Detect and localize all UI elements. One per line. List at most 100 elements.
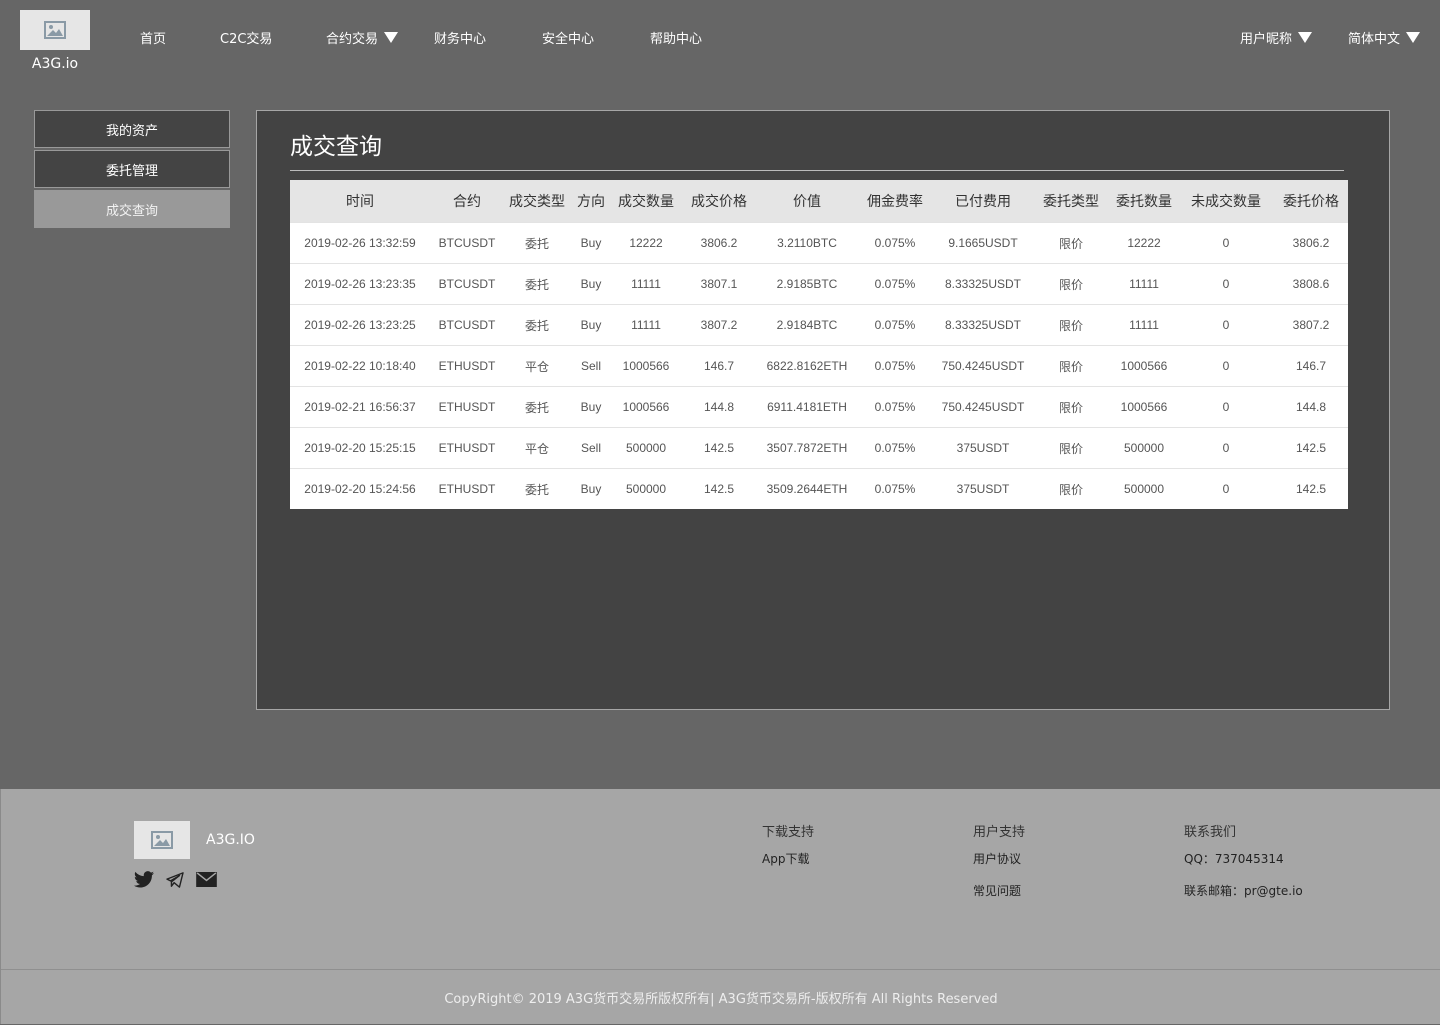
table-cell: 11111 bbox=[1110, 263, 1178, 305]
nav-help[interactable]: 帮助中心 bbox=[650, 31, 702, 49]
sidebar-item-trades[interactable]: 成交查询 bbox=[34, 190, 230, 228]
footer-link-user-agreement[interactable]: 用户协议 bbox=[973, 850, 1025, 867]
table-cell: 11111 bbox=[612, 263, 680, 305]
user-nickname: 用户昵称 bbox=[1240, 32, 1293, 47]
table-cell: 750.4245USDT bbox=[934, 345, 1032, 387]
table-cell: 3807.2 bbox=[1274, 304, 1348, 346]
table-cell: 142.5 bbox=[1274, 468, 1348, 509]
nav-home[interactable]: 首页 bbox=[140, 31, 166, 49]
table-cell: 限价 bbox=[1032, 304, 1110, 346]
user-menu[interactable]: 用户昵称 bbox=[1240, 31, 1313, 49]
table-cell: 375USDT bbox=[934, 468, 1032, 509]
table-cell: 限价 bbox=[1032, 345, 1110, 387]
column-header: 价值 bbox=[758, 180, 856, 223]
table-cell: 0.075% bbox=[856, 468, 934, 509]
column-header: 方向 bbox=[570, 180, 612, 223]
sidebar-item-orders[interactable]: 委托管理 bbox=[34, 150, 230, 188]
twitter-icon[interactable] bbox=[134, 871, 154, 888]
footer-contact-qq: QQ：737045314 bbox=[1184, 852, 1284, 866]
table-cell: 144.8 bbox=[680, 386, 758, 428]
footer-link-faq[interactable]: 常见问题 bbox=[973, 882, 1025, 899]
table-cell: 3806.2 bbox=[680, 222, 758, 264]
table-row: 2019-02-20 15:24:56 ETHUSDT 委托 Buy 500000 142… bbox=[290, 468, 1348, 509]
sidebar: 我的资产 委托管理 成交查询 bbox=[34, 110, 230, 230]
table-cell: 375USDT bbox=[934, 427, 1032, 469]
language-select[interactable]: 简体中文 bbox=[1348, 31, 1421, 49]
table-cell: 11111 bbox=[612, 304, 680, 346]
table-cell: Sell bbox=[570, 345, 612, 387]
table-cell: 146.7 bbox=[1274, 345, 1348, 387]
logo[interactable] bbox=[20, 10, 90, 50]
footer-logo[interactable] bbox=[134, 821, 190, 859]
brand-name: A3G.io bbox=[31, 56, 79, 72]
column-header: 委托价格 bbox=[1274, 180, 1348, 223]
telegram-icon[interactable] bbox=[166, 871, 184, 888]
table-cell: 平仓 bbox=[504, 345, 570, 387]
table-cell: 0.075% bbox=[856, 263, 934, 305]
table-cell: 500000 bbox=[1110, 468, 1178, 509]
table-cell: 0 bbox=[1178, 263, 1274, 305]
nav-contract[interactable]: 合约交易 bbox=[326, 31, 399, 49]
nav-c2c[interactable]: C2C交易 bbox=[220, 31, 272, 49]
table-cell: 0.075% bbox=[856, 386, 934, 428]
table-cell: 6822.8162ETH bbox=[758, 345, 856, 387]
table-cell: BTCUSDT bbox=[430, 222, 504, 264]
mail-icon[interactable] bbox=[196, 872, 217, 887]
table-cell: Buy bbox=[570, 386, 612, 428]
title-divider bbox=[290, 170, 1344, 171]
footer-col-download: 下载支持 App下载 bbox=[762, 821, 814, 882]
table-cell: 2019-02-20 15:25:15 bbox=[290, 427, 430, 469]
nav-finance[interactable]: 财务中心 bbox=[434, 31, 486, 49]
table-cell: 平仓 bbox=[504, 427, 570, 469]
table-cell: 2019-02-20 15:24:56 bbox=[290, 468, 430, 509]
table-cell: 0 bbox=[1178, 386, 1274, 428]
table-header-row: 时间 合约 成交类型 方向 成交数量 成交价格 价值 佣金费率 已付费用 委托类型 委托数量 未成交数… bbox=[290, 180, 1348, 223]
nav-contract-label: 合约交易 bbox=[326, 32, 379, 47]
caret-down-icon bbox=[384, 32, 399, 43]
sidebar-item-assets[interactable]: 我的资产 bbox=[34, 110, 230, 148]
footer-link-app-download[interactable]: App下载 bbox=[762, 850, 814, 867]
table-cell: 8.33325USDT bbox=[934, 304, 1032, 346]
column-header: 成交价格 bbox=[680, 180, 758, 223]
table-cell: 500000 bbox=[612, 427, 680, 469]
table-cell: 2019-02-22 10:18:40 bbox=[290, 345, 430, 387]
table-cell: Buy bbox=[570, 263, 612, 305]
footer-col-title: 下载支持 bbox=[762, 825, 815, 840]
table-cell: 3807.1 bbox=[680, 263, 758, 305]
table-row: 2019-02-20 15:25:15 ETHUSDT 平仓 Sell 500000 14… bbox=[290, 427, 1348, 469]
nav-security[interactable]: 安全中心 bbox=[542, 31, 594, 49]
table-cell: 0.075% bbox=[856, 222, 934, 264]
table-cell: 2019-02-21 16:56:37 bbox=[290, 386, 430, 428]
table-cell: ETHUSDT bbox=[430, 468, 504, 509]
table-row: 2019-02-22 10:18:40 ETHUSDT 平仓 Sell 1000566 1… bbox=[290, 345, 1348, 387]
table-cell: 500000 bbox=[1110, 427, 1178, 469]
table-cell: 0.075% bbox=[856, 427, 934, 469]
table-cell: 142.5 bbox=[680, 468, 758, 509]
table-cell: 3.2110BTC bbox=[758, 222, 856, 264]
table-cell: 0 bbox=[1178, 222, 1274, 264]
column-header: 委托类型 bbox=[1032, 180, 1110, 223]
table-cell: 限价 bbox=[1032, 222, 1110, 264]
table-cell: 12222 bbox=[1110, 222, 1178, 264]
language-label: 简体中文 bbox=[1348, 32, 1401, 47]
table-row: 2019-02-26 13:23:25 BTCUSDT 委托 Buy 11111 3807… bbox=[290, 304, 1348, 346]
table-cell: ETHUSDT bbox=[430, 345, 504, 387]
table-cell: 144.8 bbox=[1274, 386, 1348, 428]
table-cell: BTCUSDT bbox=[430, 263, 504, 305]
table-cell: 6911.4181ETH bbox=[758, 386, 856, 428]
footer-contact-email[interactable]: 联系邮箱：pr@gte.io bbox=[1184, 882, 1303, 899]
table-cell: 限价 bbox=[1032, 468, 1110, 509]
table-cell: 0.075% bbox=[856, 345, 934, 387]
social-links bbox=[134, 871, 217, 888]
table-cell: 3808.6 bbox=[1274, 263, 1348, 305]
footer-col-contact: 联系我们 QQ：737045314 联系邮箱：pr@gte.io bbox=[1184, 821, 1303, 914]
caret-down-icon bbox=[1298, 32, 1313, 43]
table-cell: 142.5 bbox=[1274, 427, 1348, 469]
table-cell: Buy bbox=[570, 468, 612, 509]
table-cell: 750.4245USDT bbox=[934, 386, 1032, 428]
table-cell: 1000566 bbox=[1110, 386, 1178, 428]
column-header: 合约 bbox=[430, 180, 504, 223]
table-cell: 委托 bbox=[504, 263, 570, 305]
table-cell: Buy bbox=[570, 304, 612, 346]
footer-col-title: 联系我们 bbox=[1184, 825, 1237, 840]
